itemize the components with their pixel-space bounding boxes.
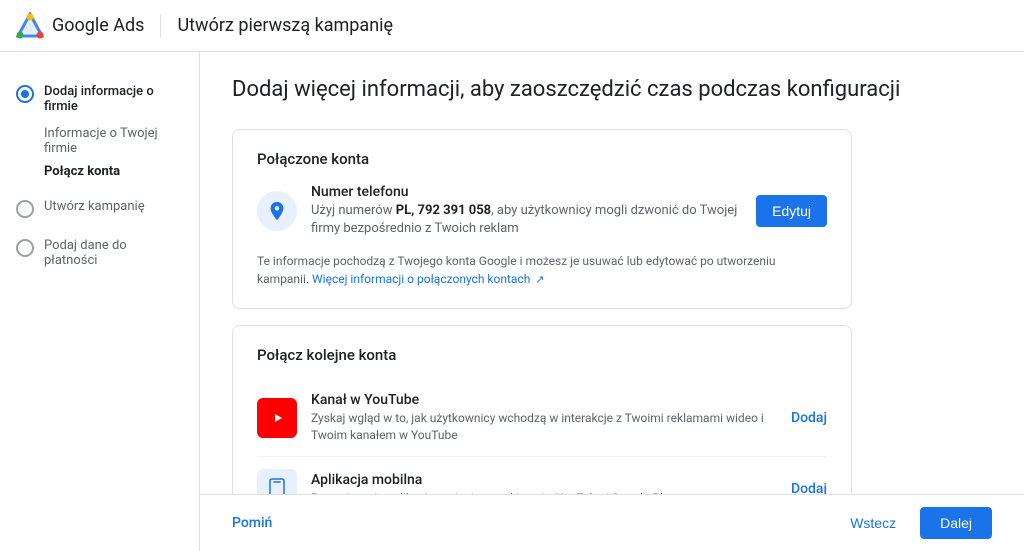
main-heading: Dodaj więcej informacji, aby zaoszczędzi… — [232, 76, 992, 105]
edit-phone-button[interactable]: Edytuj — [756, 195, 827, 227]
main-content: Dodaj więcej informacji, aby zaoszczędzi… — [200, 52, 1024, 494]
app-logo: Google Ads — [16, 12, 144, 40]
footer: Pomiń Wstecz Dalej — [200, 494, 1024, 551]
mobile-app-icon — [257, 469, 297, 494]
sidebar-item-payment[interactable]: Podaj dane do płatności — [0, 230, 199, 276]
connect-more-title: Połącz kolejne konta — [257, 346, 827, 364]
main-layout: Dodaj informacje o firmie Informacje o T… — [0, 52, 1024, 551]
page-title: Utwórz pierwszą kampanię — [177, 15, 393, 36]
sidebar-item-company-info[interactable]: Dodaj informacje o firmie — [0, 76, 199, 122]
info-link[interactable]: Więcej informacji o połączonych kontach … — [312, 272, 545, 286]
connect-more-card: Połącz kolejne konta Kanał w YouTube Zys… — [232, 325, 852, 494]
google-ads-logo-icon — [16, 12, 44, 40]
mobile-connect-item: Aplikacja mobilna Promuj swoją aplikację… — [257, 457, 827, 494]
connected-accounts-card: Połączone konta Numer telefonu Użyj nume… — [232, 129, 852, 310]
back-button[interactable]: Wstecz — [838, 507, 908, 539]
content-area: Dodaj więcej informacji, aby zaoszczędzi… — [200, 52, 1024, 551]
youtube-logo-icon — [266, 410, 288, 426]
location-pin-icon — [266, 200, 288, 222]
sidebar-label-payment: Podaj dane do płatności — [44, 238, 183, 268]
smartphone-icon — [269, 478, 285, 494]
info-text: Te informacje pochodzą z Twojego konta G… — [257, 252, 827, 289]
connected-accounts-title: Połączone konta — [257, 150, 827, 168]
sidebar-item-circle-payment — [16, 239, 34, 257]
youtube-connect-item: Kanał w YouTube Zyskaj wgląd w to, jak u… — [257, 380, 827, 457]
youtube-add-link[interactable]: Dodaj — [791, 410, 827, 426]
header: Google Ads Utwórz pierwszą kampanię — [0, 0, 1024, 52]
sidebar-label-company: Dodaj informacje o firmie — [44, 84, 183, 114]
mobile-title: Aplikacja mobilna — [311, 472, 777, 488]
footer-actions: Wstecz Dalej — [838, 507, 992, 539]
external-link-icon: ↗ — [535, 273, 544, 286]
phone-item: Numer telefonu Użyj numerów PL, 792 391 … — [257, 184, 827, 238]
phone-number: PL, 792 391 058 — [396, 203, 491, 218]
circle-dot — [21, 90, 29, 98]
sidebar-sub-company-details[interactable]: Informacje o Twojej firmie — [0, 122, 199, 160]
next-button[interactable]: Dalej — [920, 507, 992, 539]
youtube-desc: Zyskaj wgląd w to, jak użytkownicy wchod… — [311, 410, 777, 444]
phone-title: Numer telefonu — [311, 184, 742, 200]
youtube-icon — [257, 398, 297, 438]
sidebar-item-circle-company — [16, 85, 34, 103]
skip-link[interactable]: Pomiń — [232, 515, 272, 531]
sidebar-label-campaign: Utwórz kampanię — [44, 199, 145, 214]
app-name: Google Ads — [52, 15, 144, 36]
phone-description: Użyj numerów PL, 792 391 058, aby użytko… — [311, 202, 742, 238]
header-divider — [160, 14, 161, 38]
phone-desc-prefix: Użyj numerów — [311, 203, 396, 218]
phone-icon — [257, 191, 297, 231]
sidebar-item-circle-campaign — [16, 200, 34, 218]
sidebar-item-campaign[interactable]: Utwórz kampanię — [0, 191, 199, 226]
youtube-title: Kanał w YouTube — [311, 392, 777, 408]
sidebar: Dodaj informacje o firmie Informacje o T… — [0, 52, 200, 551]
sidebar-sub-connect-accounts[interactable]: Połącz konta — [0, 160, 199, 183]
mobile-add-link[interactable]: Dodaj — [791, 481, 827, 494]
